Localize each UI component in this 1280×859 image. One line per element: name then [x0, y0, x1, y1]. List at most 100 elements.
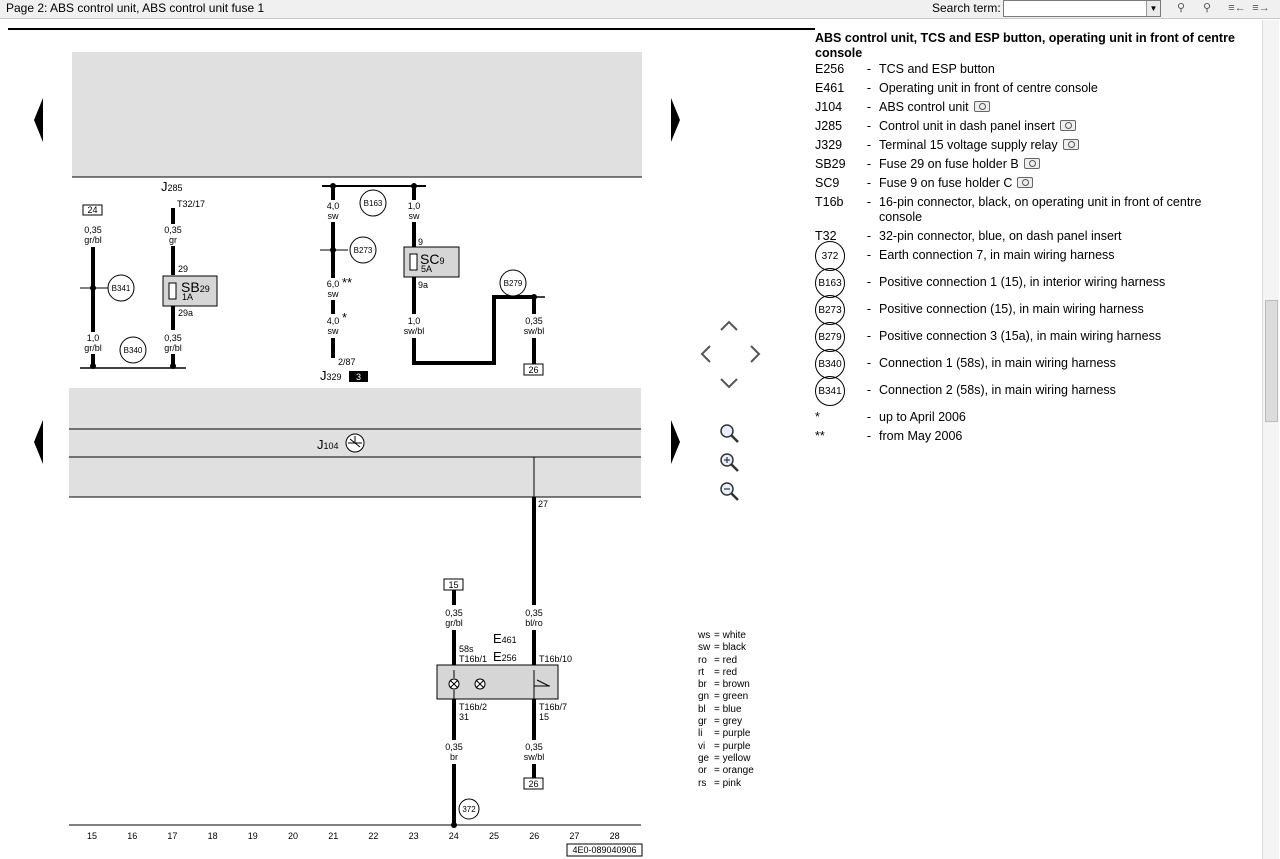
camera-icon[interactable]	[1059, 120, 1076, 131]
color-abbrev: ws	[698, 630, 711, 641]
scrollbar[interactable]	[1262, 20, 1279, 859]
track-number: 27	[569, 831, 579, 841]
connection-circle-icon: B163	[815, 268, 845, 298]
connection-circle-icon: B341	[815, 376, 845, 406]
sc-pin9a: 9a	[418, 280, 428, 290]
page-back-icon[interactable]: ≡←	[1226, 0, 1248, 16]
sb-pin29: 29	[178, 264, 188, 274]
legend-item: E256- TCS and ESP button	[815, 62, 995, 76]
color-abbrev: gr	[698, 716, 707, 728]
w8-size: 1,0	[408, 201, 421, 211]
w4-color: gr/bl	[84, 343, 102, 353]
w8-color: sw	[409, 211, 421, 221]
legend-desc: Positive connection 1 (15), in interior …	[879, 275, 1166, 289]
track-number: 16	[127, 831, 137, 841]
track-number: 18	[208, 831, 218, 841]
color-name: black	[722, 642, 746, 654]
pin-t16b-7: T16b/7	[539, 702, 567, 712]
pin-t16b-2: T16b/2	[459, 702, 487, 712]
pan-left-icon[interactable]	[700, 345, 711, 363]
legend-desc: Terminal 15 voltage supply relay	[879, 138, 1058, 152]
color-key-row: gr = grey	[698, 716, 743, 728]
legend-desc: Earth connection 7, in main wiring harne…	[879, 248, 1115, 262]
legend-code: E256	[815, 62, 845, 76]
pan-up-icon[interactable]	[720, 320, 738, 331]
color-name: yellow	[722, 752, 751, 764]
color-key-row: vi = purple	[698, 740, 751, 752]
w9-color: sw/bl	[404, 326, 425, 336]
track-number: 15	[87, 831, 97, 841]
b273-label: B273	[354, 246, 373, 255]
pin-31: 31	[459, 712, 469, 722]
camera-icon[interactable]	[1062, 139, 1079, 150]
w11-size: 0,35	[445, 608, 463, 618]
legend-item: J104- ABS control unit	[815, 100, 1245, 115]
color-abbrev: ro	[698, 654, 707, 666]
connection-circle-icon: B273	[815, 295, 845, 325]
track-number: 23	[409, 831, 419, 841]
zoom-fit-icon[interactable]	[720, 424, 739, 443]
color-abbrev: gn	[698, 691, 710, 703]
color-name: red	[722, 654, 738, 666]
camera-icon[interactable]	[973, 101, 990, 112]
pin27: 27	[538, 499, 548, 509]
zoom-in-icon[interactable]	[720, 453, 739, 472]
camera-icon[interactable]	[1017, 177, 1034, 188]
color-key-row: rs = pink	[698, 777, 741, 789]
color-name: grey	[722, 716, 743, 728]
b163-label: B163	[364, 199, 383, 208]
legend-item: J329- Terminal 15 voltage supply relay	[815, 138, 1245, 153]
w5-color: sw	[328, 211, 340, 221]
legend-desc: Control unit in dash panel insert	[879, 119, 1055, 133]
next-page-arrow-icon[interactable]	[671, 98, 680, 142]
pan-down-icon[interactable]	[720, 378, 738, 389]
page-forward-icon[interactable]: ≡→	[1250, 0, 1272, 16]
prev-page-arrow-icon-lower[interactable]	[34, 420, 43, 464]
color-key-row: br = brown	[698, 679, 750, 691]
j285-label: J285	[161, 179, 183, 194]
camera-icon[interactable]	[1023, 158, 1040, 169]
legend-desc: Connection 2 (58s), in main wiring harne…	[879, 383, 1116, 397]
find-next-icon[interactable]: ⚲	[1196, 0, 1218, 16]
b340-label: B340	[124, 346, 143, 355]
prev-page-arrow-icon[interactable]	[34, 98, 43, 142]
pin-t16b-1: T16b/1	[459, 654, 487, 664]
track-number: 24	[449, 831, 459, 841]
search-input[interactable]: ▼	[1003, 0, 1161, 17]
pan-right-icon[interactable]	[750, 345, 761, 363]
legend-desc: up to April 2006	[879, 410, 966, 424]
legend-item: B273- Positive connection (15), in main w…	[815, 295, 1245, 325]
legend-desc: Fuse 29 on fuse holder B	[879, 157, 1019, 171]
legend-code: SB29	[815, 157, 846, 171]
chevron-down-icon[interactable]: ▼	[1146, 1, 1160, 16]
track-number: 22	[368, 831, 378, 841]
find-icon[interactable]: ⚲	[1170, 0, 1192, 16]
legend-code: J285	[815, 119, 843, 133]
w2-size: 0,35	[164, 225, 182, 235]
color-key-row: bl = blue	[698, 703, 742, 715]
color-abbrev: or	[698, 765, 707, 777]
legend-list: E256- TCS and ESP button E461- Operating un…	[815, 62, 1245, 444]
legend-item: T16b -16-pin connector, black, on operati…	[815, 195, 1202, 224]
track-number: 19	[248, 831, 258, 841]
color-key-row: rt = red	[698, 666, 738, 678]
scrollbar-thumb[interactable]	[1265, 300, 1278, 422]
legend-code: SC9	[815, 176, 840, 190]
legend-desc: 32-pin connector, blue, on dash panel in…	[879, 229, 1122, 243]
legend-title: ABS control unit, TCS and ESP button, op…	[815, 31, 1235, 60]
color-name: green	[722, 691, 749, 703]
w4-size: 1,0	[87, 333, 100, 343]
tag-3: 3	[356, 372, 361, 382]
page-title: Page 2: ABS control unit, ABS control un…	[6, 1, 265, 15]
zoom-out-icon[interactable]	[720, 482, 739, 501]
w5-size: 4,0	[327, 201, 340, 211]
legend-desc: TCS and ESP button	[879, 62, 995, 76]
track-number: 17	[167, 831, 177, 841]
w6-color: sw	[328, 289, 340, 299]
component-legend: ABS control unit, TCS and ESP button, op…	[815, 31, 1245, 448]
color-name: brown	[722, 679, 750, 691]
doc-number: 4E0-089040906	[572, 845, 636, 855]
color-name: red	[722, 666, 738, 678]
legend-item: B279- Positive connection 3 (15a), in mai…	[815, 322, 1245, 352]
next-page-arrow-icon-lower[interactable]	[671, 420, 680, 464]
